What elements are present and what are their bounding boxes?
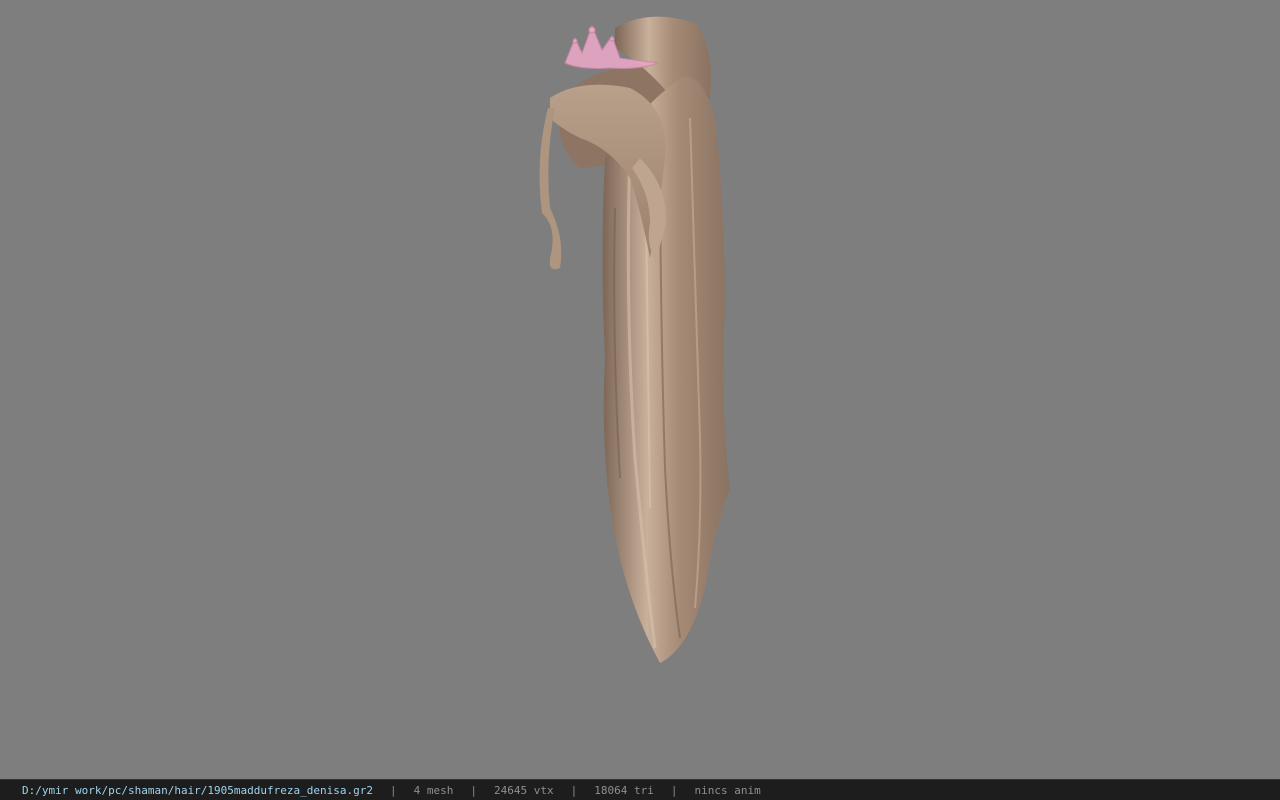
hair-left-curl [539,108,562,270]
triangle-count: 18064 tri [594,783,654,797]
vertex-count: 24645 vtx [494,783,554,797]
separator: | [390,783,397,797]
mesh-count: 4 mesh [413,783,454,797]
separator: | [470,783,477,797]
separator: | [670,783,678,797]
file-path: D:/ymir work/pc/shaman/hair/1905maddufre… [22,783,373,797]
hair-model-render [539,16,730,664]
3d-viewport[interactable] [0,0,1280,779]
separator: | [570,783,578,797]
status-bar: D:/ymir work/pc/shaman/hair/1905maddufre… [0,779,1280,800]
animation-status: nincs anim [694,783,761,797]
